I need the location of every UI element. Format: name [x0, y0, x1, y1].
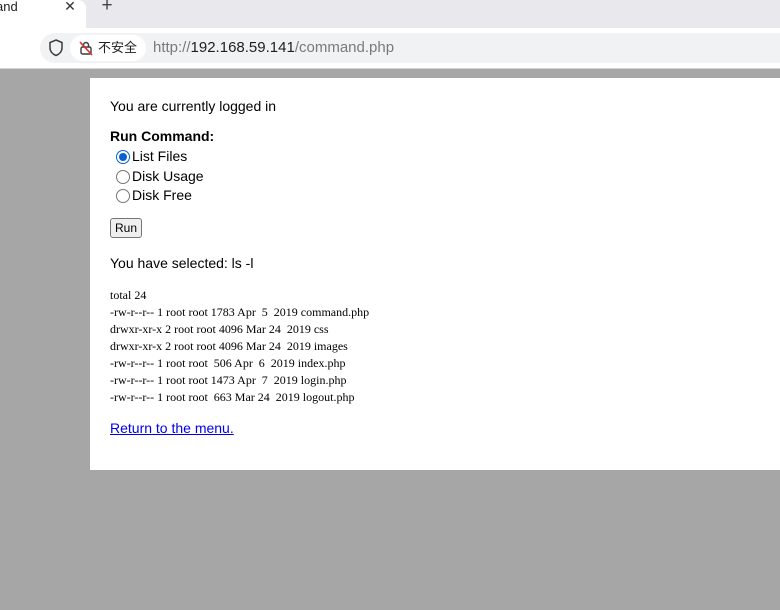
address-bar[interactable]	[40, 33, 780, 63]
option-label: Disk Usage	[132, 168, 204, 184]
run-button[interactable]: Run	[110, 218, 142, 238]
radio-disk-free[interactable]	[116, 189, 130, 203]
output-line: -rw-r--r-- 1 root root 1473 Apr 7 2019 l…	[110, 373, 347, 387]
option-label: Disk Free	[132, 187, 192, 203]
shield-icon[interactable]	[45, 37, 67, 59]
browser-tab[interactable]: and ✕	[0, 0, 86, 28]
new-tab-icon[interactable]: +	[98, 0, 116, 16]
security-label: 不安全	[98, 40, 138, 55]
url-host: 192.168.59.141	[190, 39, 295, 56]
output-line: -rw-r--r-- 1 root root 663 Mar 24 2019 l…	[110, 390, 355, 404]
run-command-label: Run Command:	[110, 128, 215, 144]
url-text[interactable]: http://192.168.59.141/command.php	[153, 38, 394, 57]
url-scheme: http://	[153, 39, 191, 56]
radio-disk-usage[interactable]	[116, 170, 130, 184]
selected-command: You have selected: ls -l	[110, 255, 254, 271]
tab-close-icon[interactable]: ✕	[63, 0, 77, 14]
output-line: -rw-r--r-- 1 root root 506 Apr 6 2019 in…	[110, 356, 346, 370]
output-line: drwxr-xr-x 2 root root 4096 Mar 24 2019 …	[110, 322, 329, 336]
output-line: -rw-r--r-- 1 root root 1783 Apr 5 2019 c…	[110, 305, 370, 319]
not-secure-lock-icon	[78, 40, 94, 56]
security-chip[interactable]: 不安全	[70, 35, 146, 61]
login-status: You are currently logged in	[110, 98, 277, 114]
option-label: List Files	[132, 148, 188, 164]
tab-strip: and ✕ +	[0, 0, 780, 28]
browser-toolbar: 不安全 http://192.168.59.141/command.php	[0, 28, 780, 69]
command-output: total 24 -rw-r--r-- 1 root root 1783 Apr…	[110, 287, 369, 406]
page-content: You are currently logged in Run Command:…	[90, 78, 780, 470]
radio-list-files[interactable]	[116, 150, 130, 164]
url-path: /command.php	[294, 39, 395, 56]
output-line: total 24	[110, 288, 147, 302]
return-to-menu-link[interactable]: Return to the menu.	[110, 420, 234, 436]
output-line: drwxr-xr-x 2 root root 4096 Mar 24 2019 …	[110, 339, 348, 353]
tab-title: and	[0, 0, 18, 14]
